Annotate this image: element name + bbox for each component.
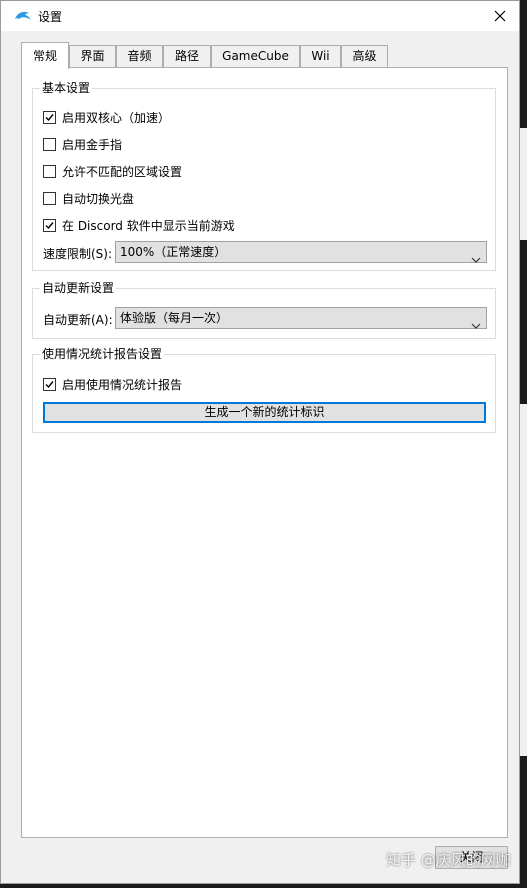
checkbox-unchecked[interactable] (43, 191, 56, 205)
tab-interface[interactable]: 界面 (69, 45, 116, 68)
tab-wii[interactable]: Wii (300, 45, 341, 68)
tab-audio[interactable]: 音频 (116, 45, 163, 68)
checkbox-cheats[interactable]: 启用金手指 (43, 136, 122, 152)
group-title: 自动更新设置 (40, 281, 117, 295)
checkbox-discord[interactable]: 在 Discord 软件中显示当前游戏 (43, 217, 235, 233)
settings-dialog: 设置 常规 界面 音频 路径 GameCube Wii 高级 基本设置 启用双核… (0, 0, 520, 884)
speed-limit-label: 速度限制(S): (43, 247, 113, 261)
title-bar: 设置 (1, 1, 519, 31)
select-value: 体验版（每月一次） (120, 311, 229, 325)
checkbox-label: 启用双核心（加速） (62, 110, 171, 125)
dolphin-icon (14, 8, 32, 24)
group-title: 使用情况统计报告设置 (40, 347, 165, 361)
chevron-down-icon (471, 249, 481, 269)
tab-general[interactable]: 常规 (21, 42, 69, 69)
tab-panel-general: 基本设置 启用双核心（加速） 启用金手指 允许不匹配的区域设置 自动切换光盘 在… (21, 67, 508, 838)
select-value: 100%（正常速度） (120, 245, 227, 259)
checkbox-usage-stats[interactable]: 启用使用情况统计报告 (43, 376, 182, 392)
close-icon[interactable] (489, 5, 511, 27)
checkbox-checked[interactable] (43, 110, 56, 124)
checkbox-dual-core[interactable]: 启用双核心（加速） (43, 109, 170, 125)
checkbox-auto-disc-change[interactable]: 自动切换光盘 (43, 190, 134, 206)
auto-update-group: 自动更新设置 自动更新(A): 体验版（每月一次） (32, 281, 496, 339)
checkbox-label: 在 Discord 软件中显示当前游戏 (62, 218, 235, 233)
tab-advanced[interactable]: 高级 (341, 45, 388, 68)
checkbox-checked[interactable] (43, 218, 56, 232)
tab-gamecube[interactable]: GameCube (211, 45, 300, 68)
chevron-down-icon (471, 315, 481, 335)
checkbox-unchecked[interactable] (43, 137, 56, 151)
window-title: 设置 (38, 10, 63, 24)
close-button[interactable]: 关闭 (435, 846, 508, 869)
group-title: 基本设置 (40, 81, 93, 95)
checkbox-label: 自动切换光盘 (62, 191, 135, 206)
basic-settings-group: 基本设置 启用双核心（加速） 启用金手指 允许不匹配的区域设置 自动切换光盘 在… (32, 81, 496, 271)
checkbox-checked[interactable] (43, 377, 56, 391)
auto-update-label: 自动更新(A): (43, 313, 113, 327)
checkbox-mismatched-region[interactable]: 允许不匹配的区域设置 (43, 163, 182, 179)
tab-paths[interactable]: 路径 (163, 45, 211, 68)
checkbox-label: 启用使用情况统计报告 (62, 377, 183, 392)
usage-stats-group: 使用情况统计报告设置 启用使用情况统计报告 生成一个新的统计标识 (32, 347, 496, 433)
speed-limit-select[interactable]: 100%（正常速度） (115, 241, 487, 263)
auto-update-select[interactable]: 体验版（每月一次） (115, 307, 487, 329)
checkbox-unchecked[interactable] (43, 164, 56, 178)
generate-stats-id-button[interactable]: 生成一个新的统计标识 (43, 402, 486, 423)
checkbox-label: 启用金手指 (62, 137, 123, 152)
checkbox-label: 允许不匹配的区域设置 (62, 164, 183, 179)
